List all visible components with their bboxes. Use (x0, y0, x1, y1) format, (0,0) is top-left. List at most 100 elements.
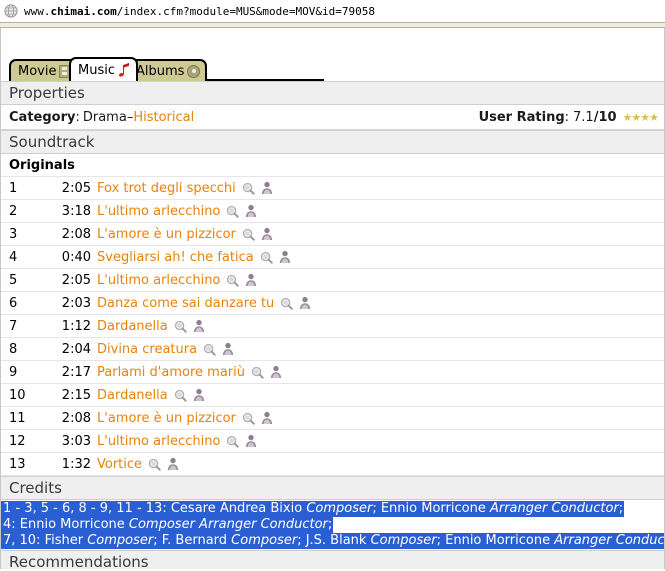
track-number: 8 (9, 341, 18, 357)
search-icon[interactable] (226, 274, 240, 287)
credits-body[interactable]: 1 - 3, 5 - 6, 8 - 9, 11 - 13: Cesare And… (1, 500, 664, 550)
section-header-recommendations: Recommendations (1, 550, 664, 569)
category-subgenre-link[interactable]: Historical (133, 110, 194, 125)
user-rating-separator: : (564, 109, 570, 125)
person-icon[interactable] (245, 434, 257, 448)
compact-disc-icon (187, 64, 201, 78)
person-icon[interactable] (193, 319, 205, 333)
credit-row: 7, 10: Fisher Composer; F. Bernard Compo… (1, 533, 664, 549)
url-prefix: www. (24, 4, 51, 18)
track-row: 1 2:05 Fox trot degli specchi (1, 177, 664, 200)
search-icon[interactable] (242, 412, 255, 425)
track-title-link[interactable]: Svegliarsi ah! che fatica (97, 250, 254, 265)
track-title-link[interactable]: L'amore è un pizzicor (97, 411, 236, 426)
credit-role: Composer (231, 533, 298, 548)
tab-music[interactable]: Music (69, 57, 138, 81)
track-actions (226, 434, 257, 448)
track-duration: 2:05 (61, 180, 91, 196)
track-duration: 2:03 (61, 295, 91, 311)
track-actions (242, 227, 273, 241)
credit-line-selected[interactable]: 4: Ennio Morricone Composer Arranger Con… (1, 517, 334, 533)
track-title-link[interactable]: Fox trot degli specchi (97, 181, 236, 196)
credit-person-name: J.S. Blank (305, 533, 371, 548)
track-row: 11 2:08 L'amore è un pizzicor (1, 407, 664, 430)
category-separator: : (75, 109, 80, 125)
tab-movie[interactable]: Movie (9, 59, 78, 81)
track-title-link[interactable]: L'amore è un pizzicor (97, 227, 236, 242)
credit-line-selected[interactable]: 1 - 3, 5 - 6, 8 - 9, 11 - 13: Cesare And… (1, 501, 625, 517)
browser-url-bar[interactable]: www.chimai.com/index.cfm?module=MUS&mode… (0, 0, 665, 22)
properties-row: Category: Drama – Historical User Rating… (1, 105, 664, 130)
credit-separator: ; (618, 501, 624, 516)
track-number: 5 (9, 272, 18, 288)
person-icon[interactable] (167, 457, 179, 471)
track-row: 2 3:18 L'ultimo arlecchino (1, 200, 664, 223)
track-title-link[interactable]: Vortice (97, 457, 142, 472)
url-path: /index.cfm?module=MUS&mode=MOV&id=79058 (116, 4, 376, 18)
track-actions (280, 296, 311, 310)
track-title-link[interactable]: Dardanella (97, 388, 168, 403)
url-host: chimai.com (50, 4, 117, 18)
search-icon[interactable] (242, 182, 255, 195)
credit-separator: ; (297, 533, 306, 548)
track-row: 3 2:08 L'amore è un pizzicor (1, 223, 664, 246)
track-title-link[interactable]: L'ultimo arlecchino (97, 204, 220, 219)
track-number: 11 (9, 410, 26, 426)
track-duration: 2:08 (61, 410, 91, 426)
search-icon[interactable] (280, 297, 294, 310)
credit-line-selected[interactable]: 7, 10: Fisher Composer; F. Bernard Compo… (1, 533, 665, 549)
search-icon[interactable] (260, 251, 273, 264)
category-label: Category (9, 109, 76, 125)
track-number: 4 (9, 249, 18, 265)
tab-albums[interactable]: Albums (127, 59, 208, 81)
person-icon[interactable] (261, 227, 273, 241)
track-title-link[interactable]: L'ultimo arlecchino (97, 273, 220, 288)
search-icon[interactable] (148, 458, 161, 471)
credit-person-name: Cesare Andrea Bixio (170, 501, 307, 516)
person-icon[interactable] (245, 273, 257, 287)
person-icon[interactable] (261, 411, 273, 425)
person-icon[interactable] (193, 388, 205, 402)
credit-person-name: Fisher (44, 533, 88, 548)
track-actions (174, 319, 205, 333)
credit-separator: ; (372, 501, 381, 516)
user-rating-score: 7.1 (573, 109, 594, 125)
credit-role: Composer Arranger Conductor (128, 517, 328, 532)
credit-row: 1 - 3, 5 - 6, 8 - 9, 11 - 13: Cesare And… (1, 501, 664, 517)
search-icon[interactable] (226, 435, 240, 448)
rating-stars-icon: ★★★★ (622, 110, 659, 124)
music-note-icon (118, 62, 129, 77)
track-title-link[interactable]: Parlami d'amore mariù (97, 365, 245, 380)
person-icon[interactable] (279, 250, 291, 264)
search-icon[interactable] (251, 366, 264, 379)
globe-icon (4, 4, 18, 18)
track-row: 5 2:05 L'ultimo arlecchino (1, 269, 664, 292)
track-title-link[interactable]: Danza come sai danzare tu (97, 296, 274, 311)
track-number: 7 (9, 318, 18, 334)
person-icon[interactable] (222, 342, 234, 356)
credit-separator: ; (153, 533, 162, 548)
person-icon[interactable] (245, 204, 257, 218)
url-text: www.chimai.com/index.cfm?module=MUS&mode… (24, 5, 375, 18)
section-header-properties: Properties (1, 81, 664, 105)
track-row: 6 2:03 Danza come sai danzare tu (1, 292, 664, 315)
search-icon[interactable] (226, 205, 240, 218)
track-row: 4 0:40 Svegliarsi ah! che fatica (1, 246, 664, 269)
search-icon[interactable] (203, 343, 216, 356)
credit-role: Arranger Conductor (554, 533, 665, 548)
search-icon[interactable] (242, 228, 255, 241)
track-actions (242, 411, 273, 425)
section-header-credits: Credits (1, 476, 664, 500)
user-rating-max: /10 (593, 109, 617, 125)
person-icon[interactable] (261, 181, 273, 195)
track-group-title: Originals (1, 154, 664, 177)
search-icon[interactable] (174, 389, 187, 402)
person-icon[interactable] (270, 365, 282, 379)
track-actions (174, 388, 205, 402)
track-title-link[interactable]: Dardanella (97, 319, 168, 334)
track-title-link[interactable]: L'ultimo arlecchino (97, 434, 220, 449)
track-title-link[interactable]: Divina creatura (97, 342, 197, 357)
track-row: 7 1:12 Dardanella (1, 315, 664, 338)
search-icon[interactable] (174, 320, 187, 333)
person-icon[interactable] (299, 296, 311, 310)
